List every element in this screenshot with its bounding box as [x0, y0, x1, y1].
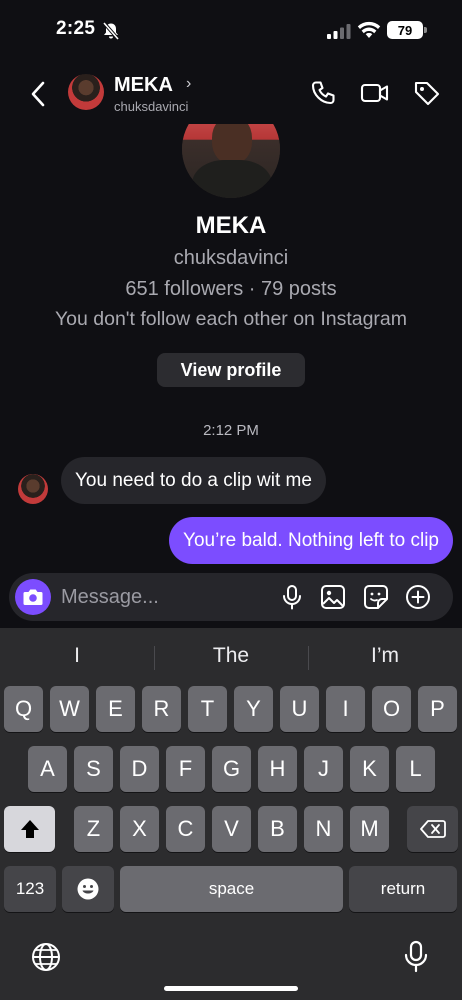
key-s[interactable]: S	[74, 746, 113, 792]
tag-icon[interactable]	[412, 79, 442, 107]
message-timestamp: 2:12 PM	[203, 422, 259, 439]
key-p[interactable]: P	[418, 686, 457, 732]
key-o[interactable]: O	[372, 686, 411, 732]
key-y[interactable]: Y	[234, 686, 273, 732]
dictation-mic-icon[interactable]	[402, 940, 430, 974]
key-i[interactable]: I	[326, 686, 365, 732]
key-m[interactable]: M	[350, 806, 389, 852]
key-a[interactable]: A	[28, 746, 67, 792]
key-e[interactable]: E	[96, 686, 135, 732]
key-x[interactable]: X	[120, 806, 159, 852]
plus-circle-icon[interactable]	[405, 584, 431, 610]
view-profile-button[interactable]: View profile	[157, 353, 305, 387]
space-key[interactable]: space	[120, 866, 343, 912]
key-b[interactable]: B	[258, 806, 297, 852]
predictive-bar: I The I’m	[0, 628, 462, 684]
microphone-icon[interactable]	[279, 584, 305, 610]
key-k[interactable]: K	[350, 746, 389, 792]
key-q[interactable]: Q	[4, 686, 43, 732]
image-icon[interactable]	[320, 584, 346, 610]
key-z[interactable]: Z	[74, 806, 113, 852]
chat-header: MEKA › chuksdavinci	[0, 62, 462, 124]
follow-status-note: You don't follow each other on Instagram	[54, 308, 408, 330]
prediction-2[interactable]: The	[154, 644, 308, 668]
home-indicator	[164, 986, 298, 991]
header-avatar[interactable]	[68, 74, 104, 110]
sender-avatar[interactable]	[18, 474, 48, 504]
key-u[interactable]: U	[280, 686, 319, 732]
header-chevron-icon[interactable]: ›	[186, 75, 191, 93]
status-time: 2:25	[56, 18, 96, 39]
wifi-icon	[357, 21, 381, 38]
camera-button[interactable]	[15, 579, 51, 615]
key-h[interactable]: H	[258, 746, 297, 792]
header-username[interactable]: chuksdavinci	[114, 99, 188, 114]
message-composer	[9, 573, 453, 621]
key-t[interactable]: T	[188, 686, 227, 732]
key-j[interactable]: J	[304, 746, 343, 792]
globe-icon[interactable]	[30, 941, 62, 973]
numbers-key[interactable]: 123	[4, 866, 56, 912]
phone-icon[interactable]	[309, 79, 339, 107]
sticker-icon[interactable]	[363, 584, 389, 610]
backspace-key[interactable]	[407, 806, 458, 852]
profile-username: chuksdavinci	[173, 247, 289, 269]
profile-name: MEKA	[195, 212, 267, 239]
key-v[interactable]: V	[212, 806, 251, 852]
key-g[interactable]: G	[212, 746, 251, 792]
key-w[interactable]: W	[50, 686, 89, 732]
return-key[interactable]: return	[349, 866, 457, 912]
incoming-message-bubble[interactable]: You need to do a clip wit me	[61, 457, 326, 504]
key-n[interactable]: N	[304, 806, 343, 852]
back-chevron-icon[interactable]	[26, 80, 52, 108]
video-icon[interactable]	[360, 79, 390, 107]
keyboard: I The I’m Q W E R T Y U I O P A S D F G …	[0, 628, 462, 1000]
shift-key[interactable]	[4, 806, 55, 852]
key-l[interactable]: L	[396, 746, 435, 792]
message-input[interactable]	[61, 581, 261, 613]
header-name[interactable]: MEKA	[114, 74, 173, 97]
prediction-1[interactable]: I	[0, 644, 154, 668]
camera-icon	[23, 589, 43, 605]
backspace-icon	[419, 820, 446, 838]
bell-slash-icon	[102, 22, 120, 40]
outgoing-message-bubble[interactable]: You’re bald. Nothing left to clip	[169, 517, 453, 564]
key-d[interactable]: D	[120, 746, 159, 792]
emoji-icon	[77, 878, 99, 900]
emoji-key[interactable]	[62, 866, 114, 912]
key-f[interactable]: F	[166, 746, 205, 792]
key-c[interactable]: C	[166, 806, 205, 852]
key-r[interactable]: R	[142, 686, 181, 732]
signal-icon	[327, 24, 351, 39]
shift-icon	[20, 820, 39, 838]
profile-stats: 651 followers · 79 posts	[125, 278, 337, 300]
prediction-3[interactable]: I’m	[308, 644, 462, 668]
battery-indicator: 79	[387, 21, 427, 39]
status-bar: 2:25 79	[0, 0, 462, 62]
